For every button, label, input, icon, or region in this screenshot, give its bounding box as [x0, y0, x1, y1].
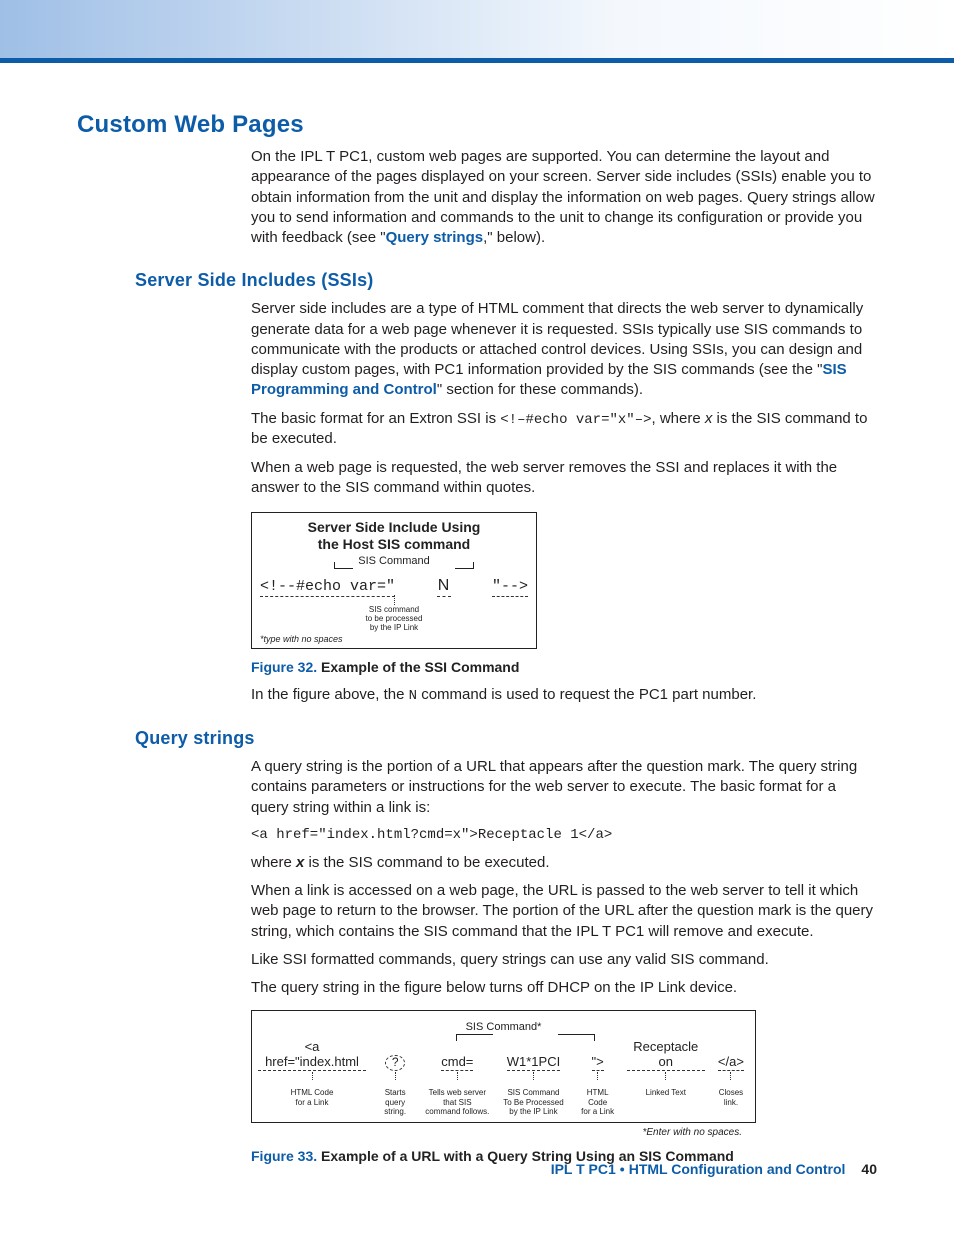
ssi-p3: When a web page is requested, the web se… [251, 458, 877, 499]
header-gradient-bar [0, 0, 954, 63]
fig33-t6: Receptacle on Linked Text [627, 1039, 705, 1097]
fig32-echo-close: "--> [492, 578, 528, 597]
qs-code: <a href="index.html?cmd=x">Receptacle 1<… [251, 826, 877, 845]
footer-section: HTML Configuration and Control [629, 1161, 846, 1177]
ssi-p1: Server side includes are a type of HTML … [251, 299, 877, 400]
qs-p2b: is the SIS command to be executed. [304, 854, 549, 871]
fig33-t7: </a> Closeslink. [713, 1054, 749, 1106]
footer-page-number: 40 [845, 1161, 877, 1177]
footer-product: IPL T PC1 [551, 1161, 616, 1177]
qs-p3: When a link is accessed on a web page, t… [251, 881, 877, 942]
fig33-t7-sub: Closeslink. [713, 1088, 749, 1106]
fig32-title-1: Server Side Include Using [260, 519, 528, 536]
page-footer: IPL T PC1•HTML Configuration and Control… [551, 1161, 877, 1177]
connector-icon [395, 1072, 396, 1080]
ssi-p2-code: <!–#echo var="x"–> [500, 412, 651, 428]
ssi-p2a: The basic format for an Extron SSI is [251, 410, 500, 427]
connector-icon [457, 1072, 458, 1080]
fig32-title-2: the Host SIS command [260, 536, 528, 553]
fig32-subtext: SIS command to be processed by the IP Li… [260, 605, 528, 633]
fig33-t2: ? Startsquery string. [374, 1055, 416, 1116]
intro-tail: ," below). [483, 229, 545, 246]
fig33-t1: <a href="index.html HTML Codefor a Link [258, 1039, 366, 1106]
fig33-header: SIS Command* [258, 1021, 749, 1039]
fig32-echo-open: <!--#echo var=" [260, 578, 395, 597]
h2-query-strings: Query strings [135, 728, 877, 749]
fig33-t3-main: cmd= [441, 1054, 473, 1071]
fig32-after-a: In the figure above, the [251, 686, 409, 703]
fig33-t5-main: "> [592, 1054, 604, 1071]
figure-32-diagram: Server Side Include Using the Host SIS c… [251, 512, 537, 649]
fig33-t2-sub: Startsquery string. [374, 1088, 416, 1116]
intro-text: On the IPL T PC1, custom web pages are s… [251, 148, 875, 246]
ssi-p1a: Server side includes are a type of HTML … [251, 300, 863, 378]
fig33-t4-sub: SIS CommandTo Be Processedby the IP Link [498, 1088, 568, 1116]
figure-33-diagram: SIS Command* <a href="index.html HTML Co… [251, 1010, 756, 1123]
qs-p2a: where [251, 854, 296, 871]
fig33-t7-main: </a> [718, 1054, 744, 1071]
fig33-t1-main: <a href="index.html [258, 1039, 366, 1071]
fig32-after-tail: command is used to request the PC1 part … [417, 686, 756, 703]
fig32-sis-label: SIS Command [260, 555, 528, 567]
fig32-footnote: *type with no spaces [260, 634, 528, 644]
fig33-t6-main: Receptacle on [627, 1039, 705, 1071]
connector-icon [312, 1072, 313, 1080]
connector-icon [597, 1072, 598, 1080]
fig33-t3: cmd= Tells web serverthat SIScommand fol… [424, 1054, 490, 1116]
fig32-cap-title: Example of the SSI Command [321, 659, 519, 675]
qs-p1: A query string is the portion of a URL t… [251, 757, 877, 818]
fig33-t5: "> HTML Codefor a Link [577, 1054, 619, 1116]
fig33-t1-sub: HTML Codefor a Link [258, 1088, 366, 1106]
fig32-after-text: In the figure above, the N command is us… [251, 685, 877, 706]
qs-p5: The query string in the figure below tur… [251, 978, 877, 998]
intro-paragraph: On the IPL T PC1, custom web pages are s… [251, 147, 877, 248]
fig33-t6-sub: Linked Text [627, 1088, 705, 1097]
ssi-p1b: " section for these commands). [437, 381, 643, 398]
fig32-number: Figure 32. [251, 659, 317, 675]
ssi-p2b: , where [652, 410, 705, 427]
page-content: Custom Web Pages On the IPL T PC1, custo… [0, 63, 954, 1164]
fig32-connector [394, 595, 395, 605]
fig32-n: N [395, 577, 492, 597]
connector-icon [730, 1072, 731, 1080]
fig32-sub2: to be processed [366, 614, 423, 623]
fig32-sub3: by the IP Link [370, 623, 418, 632]
qs-p4: Like SSI formatted commands, query strin… [251, 950, 877, 970]
fig33-header-text: SIS Command* [466, 1021, 542, 1033]
link-query-strings[interactable]: Query strings [386, 229, 484, 246]
fig33-t5-sub: HTML Codefor a Link [577, 1088, 619, 1116]
fig32-n-char: N [437, 577, 451, 597]
fig32-after-code: N [409, 688, 417, 704]
connector-icon [665, 1072, 666, 1080]
ssi-p2: The basic format for an Extron SSI is <!… [251, 409, 877, 450]
h2-server-side-includes: Server Side Includes (SSIs) [135, 270, 877, 291]
fig33-note: *Enter with no spaces. [251, 1127, 742, 1138]
fig33-t4: W1*1PCI SIS CommandTo Be Processedby the… [498, 1054, 568, 1116]
fig33-t3-sub: Tells web serverthat SIScommand follows. [424, 1088, 490, 1116]
footer-sep: • [616, 1161, 629, 1177]
connector-icon [533, 1072, 534, 1080]
fig33-number: Figure 33. [251, 1148, 317, 1164]
fig33-t4-main: W1*1PCI [507, 1054, 560, 1071]
fig33-qmark-oval: ? [385, 1055, 405, 1071]
figure-32-caption: Figure 32. Example of the SSI Command [251, 659, 877, 675]
h1-custom-web-pages: Custom Web Pages [77, 111, 877, 139]
fig32-sub1: SIS command [369, 605, 419, 614]
qs-p2: where x is the SIS command to be execute… [251, 853, 877, 873]
